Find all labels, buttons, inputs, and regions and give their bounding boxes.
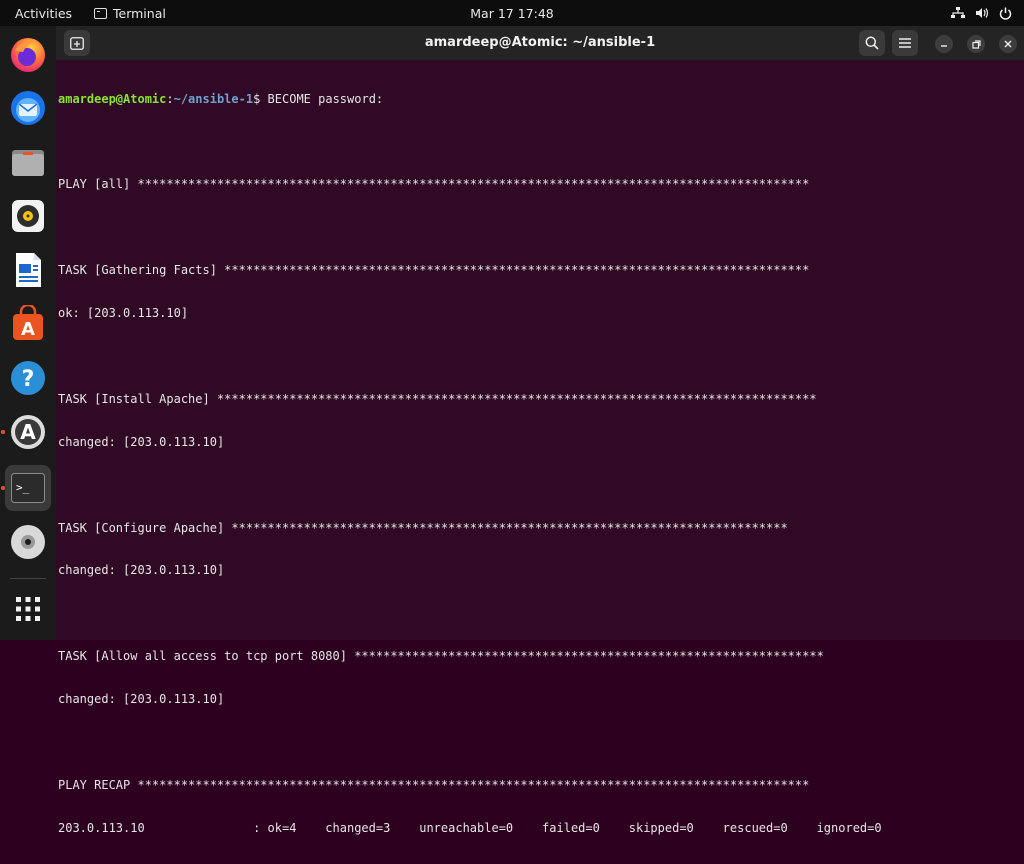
recap-line: 203.0.113.10 : ok=4 changed=3 unreachabl… xyxy=(58,820,882,835)
restore-icon xyxy=(971,39,981,49)
window-headerbar[interactable]: amardeep@Atomic: ~/ansible-1 xyxy=(56,26,1024,60)
help-icon: ? xyxy=(11,361,45,395)
rhythmbox-icon xyxy=(12,200,44,232)
output-line: PLAY [all] *****************************… xyxy=(58,177,810,192)
search-button[interactable] xyxy=(859,30,885,56)
maximize-button[interactable] xyxy=(967,35,985,53)
dock-item-disc[interactable] xyxy=(5,519,51,565)
show-apps-button[interactable] xyxy=(5,586,51,632)
disc-icon xyxy=(11,525,45,559)
dock-item-thunderbird[interactable] xyxy=(5,85,51,131)
output-line: ok: [203.0.113.10] xyxy=(58,306,189,321)
output-line: PLAY RECAP *****************************… xyxy=(58,777,810,792)
dock-item-writer[interactable] xyxy=(5,247,51,293)
dock-separator xyxy=(10,578,46,579)
software-updater-icon: A xyxy=(11,415,45,449)
search-icon xyxy=(865,36,879,50)
dock-item-help[interactable]: ? xyxy=(5,355,51,401)
running-indicator xyxy=(1,430,5,434)
close-button[interactable] xyxy=(999,35,1017,53)
dock-item-firefox[interactable] xyxy=(5,32,51,78)
svg-text:>_: >_ xyxy=(16,481,30,494)
prompt-path: ~/ansible-1 xyxy=(173,91,254,106)
terminal-output[interactable]: amardeep@Atomic:~/ansible-1$ BECOME pass… xyxy=(58,63,998,864)
clock[interactable]: Mar 17 17:48 xyxy=(0,6,1024,21)
output-line: changed: [203.0.113.10] xyxy=(58,692,225,707)
minimize-button[interactable] xyxy=(935,35,953,53)
system-tray[interactable] xyxy=(951,4,1012,22)
output-line: TASK [Allow all access to tcp port 8080]… xyxy=(58,649,824,664)
svg-text:?: ? xyxy=(22,367,35,392)
dock: A ? A >_ xyxy=(0,26,56,640)
running-indicator xyxy=(1,486,5,490)
menu-button[interactable] xyxy=(892,30,918,56)
network-icon[interactable] xyxy=(951,7,965,19)
minimize-icon xyxy=(941,45,947,47)
svg-text:A: A xyxy=(21,319,35,340)
svg-text:A: A xyxy=(20,420,36,444)
prompt-command: $ BECOME password: xyxy=(253,91,384,106)
thunderbird-icon xyxy=(11,91,45,125)
prompt-user: amardeep@Atomic xyxy=(58,91,167,106)
prompt-line: amardeep@Atomic:~/ansible-1$ BECOME pass… xyxy=(58,92,998,106)
power-icon[interactable] xyxy=(999,7,1012,20)
volume-icon[interactable] xyxy=(975,7,989,19)
dock-item-updater[interactable]: A xyxy=(1,409,51,455)
terminal-icon: >_ xyxy=(11,473,45,503)
close-icon xyxy=(1004,40,1012,48)
output-line: TASK [Configure Apache] ****************… xyxy=(58,520,788,535)
dock-item-app-center[interactable]: A xyxy=(5,301,51,347)
prompt-separator: : xyxy=(166,91,174,106)
output-line: changed: [203.0.113.10] xyxy=(58,434,225,449)
hamburger-menu-icon xyxy=(899,38,911,48)
top-bar: Activities Terminal Mar 17 17:48 xyxy=(0,0,1024,26)
output-line: changed: [203.0.113.10] xyxy=(58,563,225,578)
dock-item-files[interactable] xyxy=(5,139,51,185)
files-icon xyxy=(12,150,44,176)
firefox-icon xyxy=(11,38,45,72)
dock-item-terminal[interactable]: >_ xyxy=(1,465,51,511)
app-center-icon: A xyxy=(13,305,43,340)
show-apps-icon xyxy=(16,597,40,621)
libreoffice-writer-icon xyxy=(16,253,41,287)
dock-item-rhythmbox[interactable] xyxy=(5,193,51,239)
output-line: TASK [Install Apache] ******************… xyxy=(58,391,817,406)
terminal-window: amardeep@Atomic: ~/ansible-1 amardeep@At… xyxy=(56,26,1024,835)
output-line: TASK [Gathering Facts] *****************… xyxy=(58,263,810,278)
